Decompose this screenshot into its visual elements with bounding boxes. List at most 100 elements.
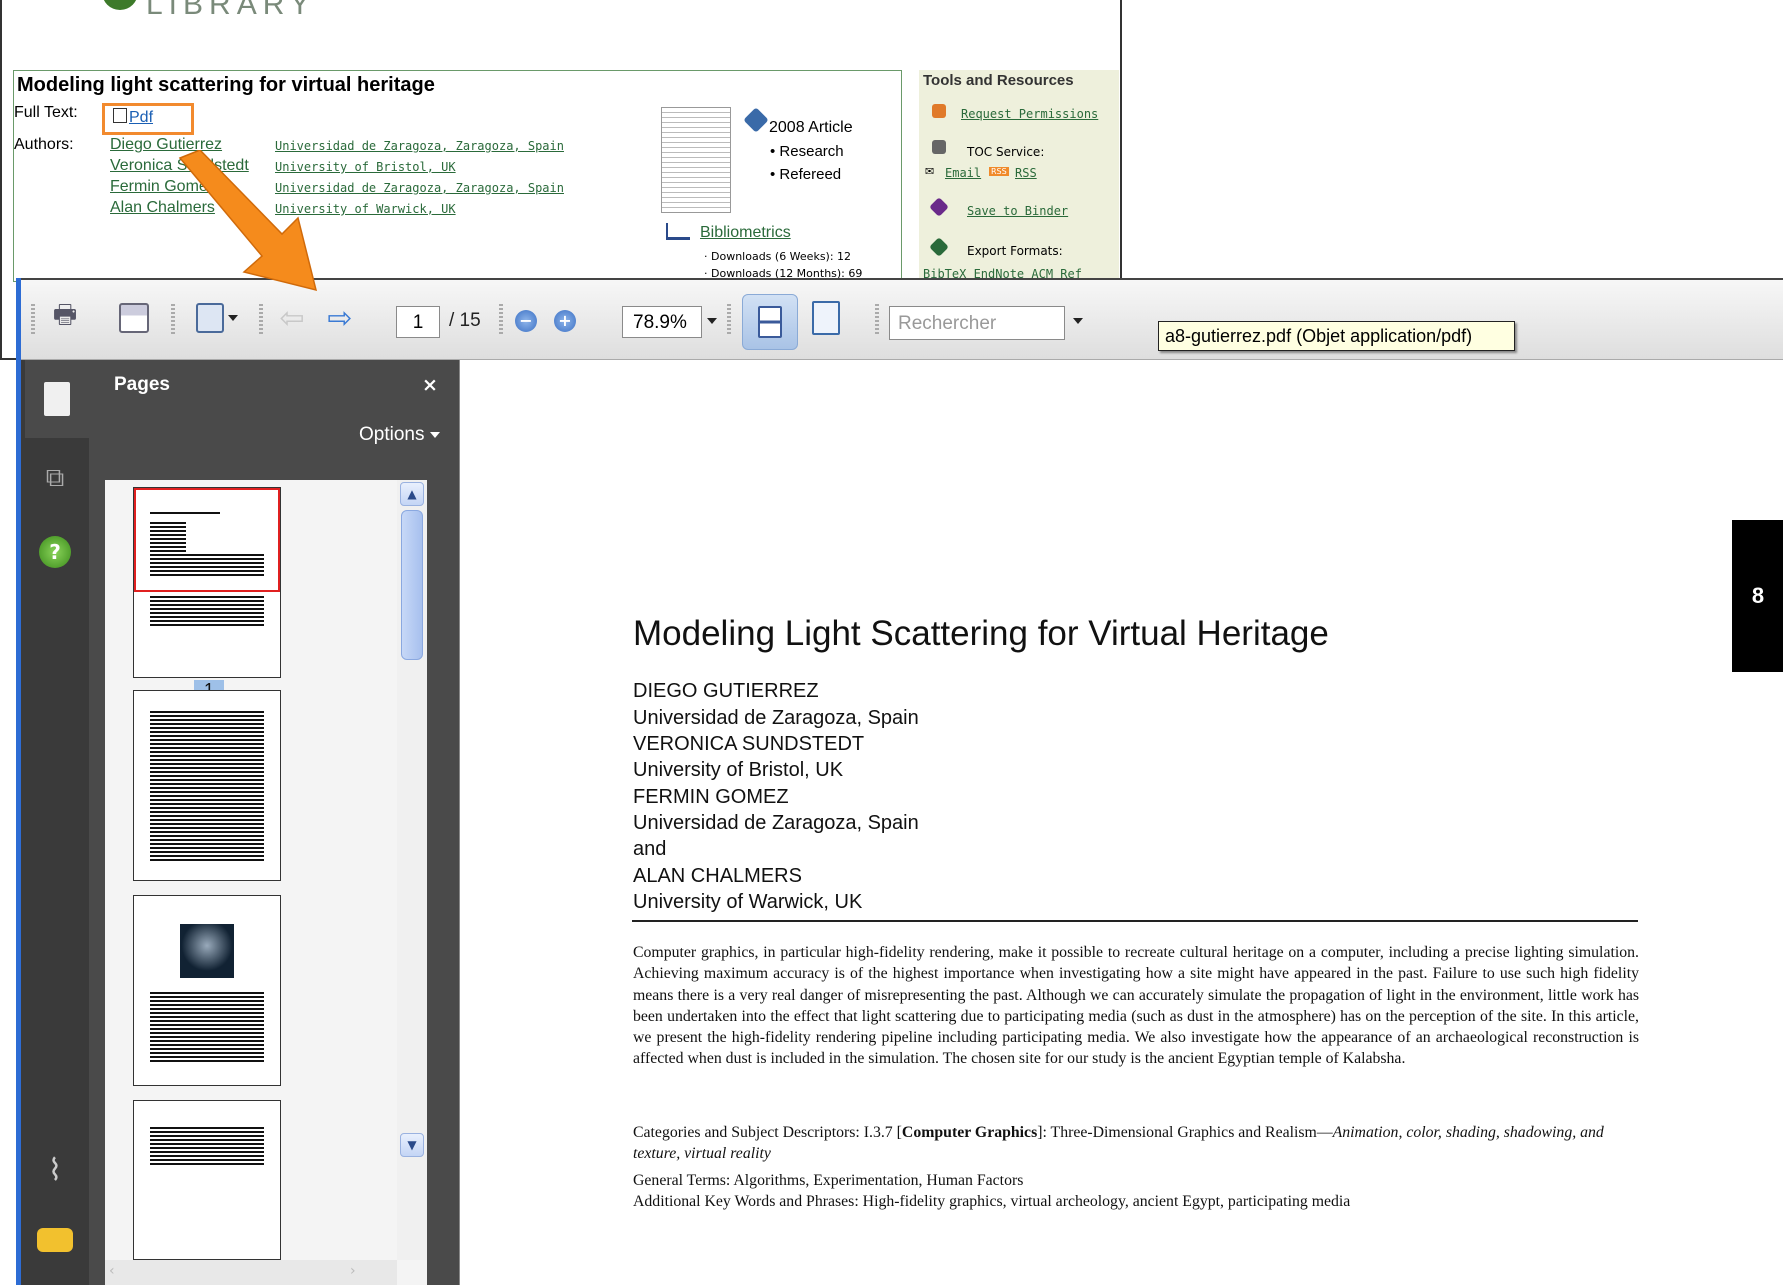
next-page-button[interactable]: ⇨ (321, 298, 359, 338)
find-button[interactable]: ⧉ (25, 448, 85, 508)
general-terms: General Terms: Algorithms, Experimentati… (633, 1172, 1024, 1189)
pages-panel: Pages × Options 1 2 3 (89, 360, 459, 1285)
author-line: FERMIN GOMEZ (633, 786, 789, 808)
thumb-text (150, 992, 264, 1062)
search-input[interactable]: Rechercher (889, 306, 1065, 340)
authors-label: Authors: (14, 136, 74, 153)
zoom-level-input[interactable]: 78.9% (622, 306, 702, 338)
author-line: University of Warwick, UK (633, 891, 863, 913)
options-label: Options (359, 424, 425, 445)
options-menu-button[interactable]: Options (359, 424, 440, 446)
page-thumbnail[interactable] (133, 895, 281, 1086)
paperclip-icon: ⌇ (47, 1152, 63, 1188)
zoom-out-button[interactable]: − (515, 310, 537, 332)
previous-page-button[interactable]: ⇦ (273, 298, 311, 338)
scroll-right-icon[interactable]: › (350, 1263, 356, 1279)
article-tag: • Research (770, 143, 844, 160)
keywords: Additional Key Words and Phrases: High-f… (633, 1193, 1351, 1210)
article-thumbnail[interactable] (661, 107, 731, 213)
pages-panel-title: Pages (114, 374, 170, 395)
export-button[interactable] (189, 298, 245, 338)
navigation-rail: ⧉ ? ⌇ (21, 360, 89, 1285)
horizontal-scrollbar[interactable]: ‹ › (105, 1260, 397, 1285)
scroll-down-icon[interactable]: ▼ (400, 1133, 424, 1157)
pages-icon (44, 382, 70, 416)
article-icon (743, 107, 769, 133)
floppy-icon (119, 303, 149, 333)
zoom-dropdown-icon[interactable] (707, 318, 717, 324)
page-thumbnail[interactable] (133, 1100, 281, 1260)
rss-icon: RSS (989, 167, 1009, 176)
file-tooltip: a8-gutierrez.pdf (Objet application/pdf) (1158, 321, 1515, 351)
article-type: 2008 Article (769, 119, 853, 136)
document-page[interactable]: 8 Modeling Light Scattering for Virtual … (459, 360, 1783, 1285)
citation-box: Modeling light scattering for virtual he… (13, 70, 902, 282)
thumbnail-list: 1 2 3 ▲ ▼ ‹ › (105, 480, 427, 1285)
arrow-right-icon: ⇨ (327, 300, 353, 336)
fit-width-button[interactable] (742, 294, 798, 350)
article-tag: • Refereed (770, 166, 842, 183)
thumb-text (150, 596, 264, 626)
help-button[interactable]: ? (25, 522, 85, 582)
toolbar-grip (31, 304, 35, 336)
bibliometrics-link[interactable]: Bibliometrics (700, 224, 791, 242)
fit-page-button[interactable] (807, 298, 845, 338)
toolbar-grip (727, 304, 731, 336)
page-thumbnail[interactable] (133, 487, 281, 678)
request-permissions-link[interactable]: Request Permissions (961, 107, 1098, 121)
toc-book-icon (932, 140, 946, 154)
author-line: DIEGO GUTIERREZ (633, 680, 819, 702)
fit-page-icon (812, 301, 840, 335)
arrow-shape (178, 150, 318, 292)
author-line: Universidad de Zaragoza, Spain (633, 707, 919, 729)
author-line: ALAN CHALMERS (633, 865, 802, 887)
scroll-left-icon[interactable]: ‹ (109, 1263, 115, 1279)
chevron-down-icon (228, 315, 238, 321)
logo-text: LIBRARY (146, 0, 316, 21)
pdf-link-label: Pdf (129, 109, 154, 126)
author-line: University of Bristol, UK (633, 759, 844, 781)
save-to-binder-link[interactable]: Save to Binder (967, 204, 1068, 218)
export-icon (929, 237, 949, 257)
plus-icon: + (558, 311, 572, 330)
bibliometrics-icon (666, 223, 690, 240)
page-total: / 15 (449, 310, 481, 331)
permissions-icon (932, 104, 946, 118)
print-button[interactable]: 🖶 (46, 298, 84, 338)
thumbnail-scrollbar[interactable]: ▲ ▼ (397, 480, 427, 1260)
pdf-link[interactable]: Pdf (102, 103, 194, 135)
tools-title: Tools and Resources (923, 72, 1074, 89)
annotation-arrow (178, 150, 318, 292)
thumb-figure (180, 924, 234, 978)
binoculars-icon: ⧉ (45, 462, 65, 493)
search-dropdown-icon[interactable] (1073, 318, 1083, 324)
author-line: and (633, 838, 667, 860)
scroll-up-icon[interactable]: ▲ (400, 482, 424, 506)
minus-icon: − (519, 311, 533, 330)
comments-button[interactable] (25, 1210, 85, 1270)
document-title: Modeling Light Scattering for Virtual He… (633, 614, 1329, 653)
printer-icon: 🖶 (52, 300, 78, 330)
abstract-text: Computer graphics, in particular high-fi… (633, 944, 1639, 1068)
close-icon[interactable]: × (422, 374, 438, 396)
toolbar-grip (875, 304, 879, 336)
pdf-viewer-window: 🖶 ⇦ ⇨ 1 / 15 − + 78.9% Rechercher a8-gut… (16, 278, 1783, 1285)
email-link[interactable]: Email (945, 166, 981, 180)
save-button[interactable] (115, 298, 153, 338)
fit-width-icon (758, 306, 782, 338)
visible-area-indicator[interactable] (134, 488, 280, 592)
rss-link[interactable]: RSS (1015, 166, 1037, 180)
zoom-in-button[interactable]: + (554, 310, 576, 332)
full-text-label: Full Text: (14, 104, 78, 121)
attachments-button[interactable]: ⌇ (25, 1140, 85, 1200)
toolbar-grip (259, 304, 263, 336)
scrollbar-thumb[interactable] (401, 510, 423, 660)
pages-panel-button[interactable] (25, 360, 89, 438)
page-tab-number: 8 (1732, 520, 1783, 672)
downloads-6-weeks: · Downloads (6 Weeks): 12 (704, 250, 852, 263)
email-icon: ✉ (925, 165, 935, 178)
export-formats-label: Export Formats: (967, 244, 1063, 258)
acm-logo: LIBRARY (102, 0, 316, 22)
page-thumbnail[interactable] (133, 690, 281, 881)
page-number-input[interactable]: 1 (396, 306, 440, 338)
